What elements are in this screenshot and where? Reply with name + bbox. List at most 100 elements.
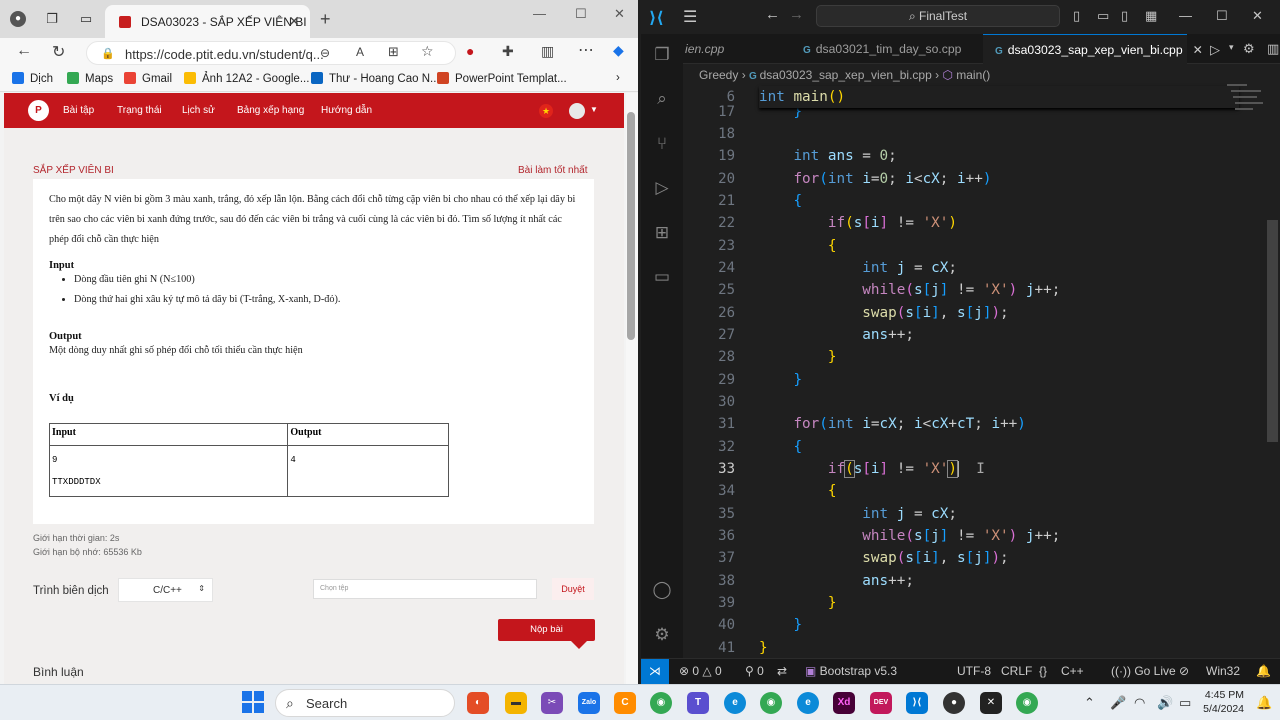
tab-actions-icon[interactable]: ▭ xyxy=(78,11,94,27)
close-tab-icon[interactable]: ✕ xyxy=(288,13,300,30)
toggle-sidebar-icon[interactable]: ▯ xyxy=(1073,8,1080,24)
nav-lich-su[interactable]: Lịch sử xyxy=(182,105,215,116)
encoding-indicator[interactable]: UTF-8 xyxy=(957,664,991,678)
chrome-icon[interactable]: ◉ xyxy=(650,692,672,714)
avatar[interactable] xyxy=(569,103,585,119)
code-editor[interactable]: 6 17 18 19 20 21 22 23 24 25 26 27 28 29… xyxy=(683,86,1280,658)
close-window-icon[interactable]: ✕ xyxy=(614,6,625,22)
volume-icon[interactable]: 🔊 xyxy=(1157,695,1173,711)
profile-icon[interactable]: ● xyxy=(10,11,26,27)
extension-icon[interactable]: ● xyxy=(466,43,474,59)
new-tab-icon[interactable]: + xyxy=(320,9,331,30)
go-live-button[interactable]: ((·)) Go Live xyxy=(1111,664,1176,678)
more-menu-icon[interactable]: ⋯ xyxy=(578,40,594,60)
compiler-select[interactable]: C/C++ ⇕ xyxy=(118,578,213,602)
bootstrap-indicator[interactable]: ▣ Bootstrap v5.3 xyxy=(805,664,897,678)
run-debug-icon[interactable]: ▷ xyxy=(651,177,673,199)
chrome-second-icon[interactable]: ◉ xyxy=(1016,692,1038,714)
minimize-icon[interactable]: — xyxy=(1179,8,1192,23)
eol-indicator[interactable]: CRLF xyxy=(1001,664,1032,678)
chevron-down-icon[interactable]: ▾ xyxy=(1229,42,1234,53)
remote-explorer-icon[interactable]: ▭ xyxy=(651,266,673,288)
customize-layout-icon[interactable]: ▦ xyxy=(1145,8,1157,24)
notifications-bell-icon[interactable]: 🔔 xyxy=(1256,695,1272,711)
browser-tab-active[interactable]: DSA03023 - SẮP XẾP VIÊN BI ✕ xyxy=(105,5,310,38)
bookmark-drive[interactable]: Ảnh 12A2 - Google... xyxy=(184,72,309,85)
notifications-bell-icon[interactable]: 🔔 xyxy=(1256,664,1271,678)
live-share-icon[interactable]: ⇄ xyxy=(777,664,787,678)
file-input[interactable]: Chọn tệp xyxy=(313,579,537,599)
teams-icon[interactable]: T xyxy=(687,692,709,714)
breadcrumb-symbol[interactable]: main() xyxy=(956,68,990,82)
tray-overflow-icon[interactable]: ⌃ xyxy=(1084,695,1095,711)
split-editor-icon[interactable]: ▥ xyxy=(1267,41,1279,57)
platform-indicator[interactable]: Win32 xyxy=(1206,664,1240,678)
favorite-star-icon[interactable]: ☆ xyxy=(421,43,434,60)
submit-button[interactable]: Nộp bài xyxy=(498,619,595,649)
breadcrumb-file[interactable]: dsa03023_sap_xep_vien_bi.cpp xyxy=(760,68,932,82)
app-available-icon[interactable]: ⊞ xyxy=(388,44,399,60)
file-explorer-icon[interactable]: ▬ xyxy=(505,692,527,714)
workspaces-icon[interactable]: ❐ xyxy=(44,11,60,27)
bookmark-maps[interactable]: Maps xyxy=(67,72,113,85)
close-window-icon[interactable]: ✕ xyxy=(1252,8,1263,24)
taskbar-search-box[interactable]: ⌕ Search xyxy=(275,689,455,717)
bookmark-dich[interactable]: Dịch xyxy=(12,72,53,85)
tab-dsa03023[interactable]: Gdsa03023_sap_xep_vien_bi.cpp ✕ xyxy=(983,34,1203,64)
back-icon[interactable]: ← xyxy=(16,42,32,60)
forward-icon[interactable]: → xyxy=(789,6,804,23)
hamburger-menu-icon[interactable]: ☰ xyxy=(683,7,697,27)
nav-trang-thai[interactable]: Trạng thái xyxy=(117,105,162,116)
devcpp-icon[interactable]: DEV xyxy=(870,692,892,714)
browse-button[interactable]: Duyệt xyxy=(552,578,594,600)
account-icon[interactable]: ◯ xyxy=(651,579,673,601)
clock[interactable]: 4:45 PM 5/4/2024 xyxy=(1200,688,1244,716)
address-bar[interactable]: 🔒 https://code.ptit.edu.vn/student/q... xyxy=(86,41,456,65)
edge-dev-icon[interactable]: e xyxy=(797,692,819,714)
obs-icon[interactable]: ● xyxy=(943,692,965,714)
explorer-icon[interactable]: ❐ xyxy=(651,44,673,66)
back-icon[interactable]: ← xyxy=(765,6,780,23)
zalo-icon[interactable]: Zalo xyxy=(578,692,600,714)
vietnam-flag-icon[interactable]: ★ xyxy=(539,104,553,118)
copilot-app-icon[interactable]: ◐ xyxy=(467,692,489,714)
capcut-icon[interactable]: ✕ xyxy=(980,692,1002,714)
split-screen-icon[interactable]: ▥ xyxy=(541,43,554,60)
nav-huong-dan[interactable]: Hướng dẫn xyxy=(321,105,372,116)
copilot-icon[interactable]: ◆ xyxy=(613,42,624,59)
search-icon[interactable]: ⌕ xyxy=(651,88,673,110)
command-center[interactable]: ⌕ FinalTest xyxy=(816,5,1060,27)
minimap[interactable] xyxy=(1227,80,1272,140)
toggle-panel-icon[interactable]: ▭ xyxy=(1097,8,1109,24)
extensions-puzzle-icon[interactable]: ✚ xyxy=(502,43,514,60)
best-solution-link[interactable]: Bài làm tốt nhất xyxy=(518,165,587,176)
wifi-icon[interactable]: ◠ xyxy=(1134,695,1145,711)
tab-dsa03021[interactable]: Gdsa03021_tim_day_so.cpp xyxy=(791,34,981,64)
editor-scrollbar-thumb[interactable] xyxy=(1267,220,1278,442)
run-icon[interactable]: ▷ xyxy=(1210,42,1220,58)
maximize-icon[interactable]: ☐ xyxy=(575,6,587,22)
toggle-secondary-sidebar-icon[interactable]: ▯ xyxy=(1121,8,1128,24)
copilot-icon[interactable]: ⊘ xyxy=(1179,664,1189,678)
page-scrollbar-thumb[interactable] xyxy=(627,112,635,340)
nav-bai-tap[interactable]: Bài tập xyxy=(63,105,94,116)
settings-gear-icon[interactable]: ⚙ xyxy=(1243,41,1255,57)
language-indicator[interactable]: C++ xyxy=(1061,664,1084,678)
adobe-xd-icon[interactable]: Xd xyxy=(833,692,855,714)
bookmarks-more-icon[interactable]: › xyxy=(616,72,620,84)
breadcrumb-folder[interactable]: Greedy xyxy=(699,68,738,82)
notes-app-icon[interactable]: C xyxy=(614,692,636,714)
tab-ien-cpp[interactable]: ien.cpp xyxy=(683,34,788,64)
problems-indicator[interactable]: ⊗ 0 △ 0 xyxy=(679,664,722,678)
ptit-logo-icon[interactable]: P xyxy=(28,100,49,121)
edge-icon[interactable]: e xyxy=(724,692,746,714)
chevron-down-icon[interactable]: ▼ xyxy=(590,105,598,114)
chrome-profile-icon[interactable]: ◉ xyxy=(760,692,782,714)
source-control-icon[interactable]: ⑂ xyxy=(651,133,673,155)
zoom-icon[interactable]: ⊖ xyxy=(320,46,330,60)
bookmark-mail[interactable]: Thư - Hoang Cao N... xyxy=(311,72,440,85)
windows-start-icon[interactable] xyxy=(242,691,264,713)
nav-bang-xep-hang[interactable]: Bảng xếp hạng xyxy=(237,105,304,116)
vscode-taskbar-icon[interactable]: ⟩⟨ xyxy=(906,692,928,714)
minimize-icon[interactable]: — xyxy=(533,6,546,21)
